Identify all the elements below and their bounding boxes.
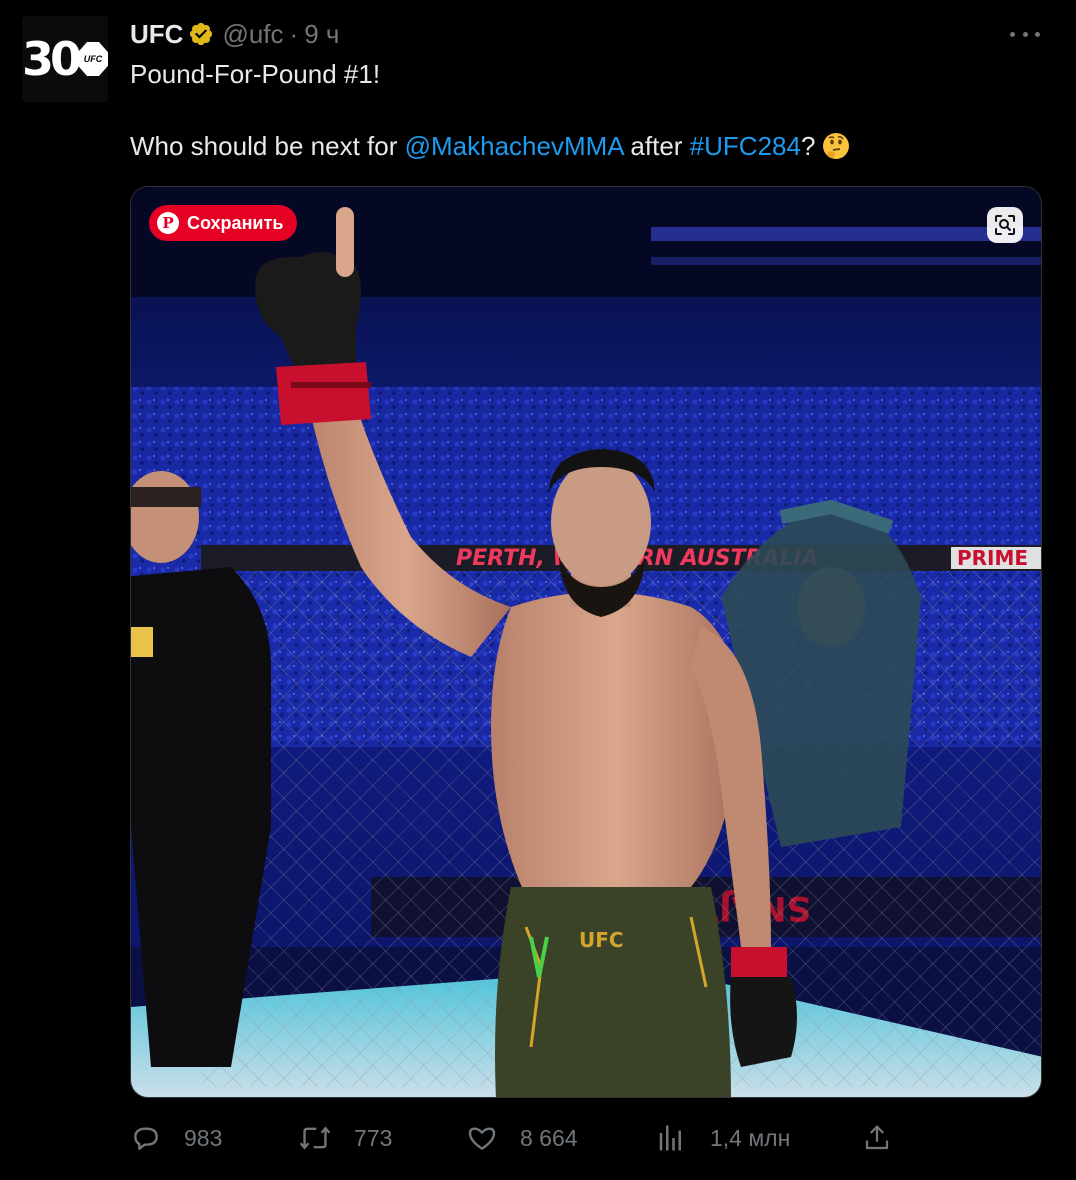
shorts-brand: UFC <box>579 928 624 952</box>
tweet[interactable]: 30 UFC UFC @ufc · 9 ч Pound-For-Pound #1… <box>0 0 1076 1180</box>
visual-search-icon[interactable] <box>987 207 1023 243</box>
author-name[interactable]: UFC <box>130 19 183 50</box>
like-count: 8 664 <box>520 1124 578 1151</box>
retweet-icon <box>299 1126 331 1150</box>
pinterest-save-button[interactable]: P Сохранить <box>149 205 298 241</box>
tweet-line-2-suffix: ? <box>800 131 816 161</box>
banner-right: PRIME <box>957 546 1028 570</box>
views-button[interactable]: 1,4 млн <box>658 1116 790 1160</box>
retweet-count: 773 <box>354 1124 393 1151</box>
retweet-button[interactable]: 773 <box>298 1116 392 1160</box>
tweet-text: Pound-For-Pound #1! Who should be next f… <box>130 56 1030 164</box>
reply-count: 983 <box>184 1124 223 1151</box>
views-count: 1,4 млн <box>710 1124 791 1151</box>
share-button[interactable] <box>862 1116 914 1160</box>
ufc-badge-icon: UFC <box>78 42 108 76</box>
tweet-line-1: Pound-For-Pound #1! <box>130 59 381 89</box>
photo-scene: SNAJV PERTH, WESTERN AUSTRALIA PRIME <box>131 187 1041 1097</box>
tweet-photo[interactable]: SNAJV PERTH, WESTERN AUSTRALIA PRIME <box>130 186 1042 1098</box>
tweet-line-2-prefix: Who should be next for <box>130 131 405 161</box>
mention-link[interactable]: @MakhachevMMA <box>405 131 624 161</box>
avatar-badge-text: UFC <box>83 54 103 64</box>
action-bar: 983 773 8 664 1,4 млн <box>130 1116 900 1160</box>
views-bar-chart-icon <box>659 1125 681 1151</box>
timestamp[interactable]: 9 ч <box>304 19 339 50</box>
avatar-number: 30 <box>22 32 82 86</box>
thinking-face-icon <box>821 131 851 161</box>
like-button[interactable]: 8 664 <box>466 1116 578 1160</box>
verified-badge-icon[interactable] <box>188 21 214 47</box>
tweet-line-2-mid: after <box>623 131 690 161</box>
author-handle[interactable]: @ufc <box>222 19 283 50</box>
hashtag-link[interactable]: #UFC284 <box>690 131 801 161</box>
pinterest-icon: P <box>157 212 179 234</box>
separator-dot: · <box>289 18 299 49</box>
reply-icon <box>134 1127 158 1150</box>
more-options-icon[interactable] <box>1010 22 1040 46</box>
heart-icon <box>468 1127 496 1150</box>
share-icon <box>865 1125 889 1150</box>
avatar[interactable]: 30 UFC <box>22 16 108 102</box>
reply-button[interactable]: 983 <box>130 1116 222 1160</box>
tweet-header: UFC @ufc · 9 ч <box>130 16 339 52</box>
pinterest-save-label: Сохранить <box>187 212 284 233</box>
tweet-line-2: Who should be next for @MakhachevMMA aft… <box>130 128 1030 164</box>
